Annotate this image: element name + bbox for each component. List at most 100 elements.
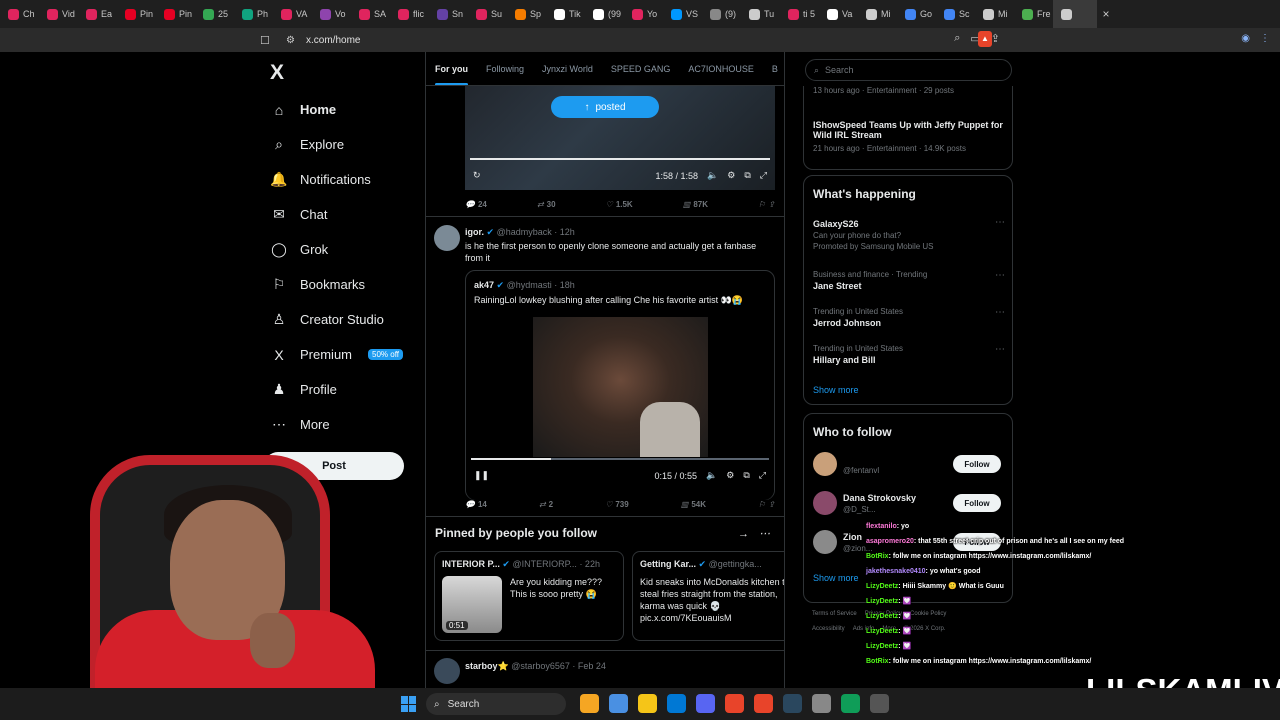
pip-icon[interactable]: ⧉ <box>743 470 749 481</box>
close-tab-icon[interactable]: × <box>1097 7 1115 21</box>
taskbar-app-icon[interactable] <box>580 694 599 713</box>
browser-tab[interactable]: Ea <box>78 0 117 28</box>
taskbar-app-icon[interactable] <box>812 694 831 713</box>
pinned-card[interactable]: INTERIOR P... ✔ @INTERIORP... · 22h 0:51… <box>434 551 624 641</box>
browser-tab[interactable]: VA <box>273 0 312 28</box>
fullscreen-icon[interactable]: ⤢ <box>760 170 767 181</box>
show-more-link[interactable]: Show more <box>813 573 859 583</box>
site-info-icon[interactable]: ⚙ <box>286 35 298 46</box>
browser-tab[interactable]: Fre <box>1014 0 1053 28</box>
trend-item[interactable]: Trending in United States Jerrod Johnson… <box>813 307 1005 328</box>
windows-start-icon[interactable] <box>401 696 417 712</box>
nav-item-notifications[interactable]: 🔔 Notifications <box>270 162 420 197</box>
repost-button[interactable]: ⇄ 2 <box>539 500 553 509</box>
nav-item-more[interactable]: ⋯ More <box>270 407 420 442</box>
taskbar-app-icon[interactable] <box>667 694 686 713</box>
browser-tab[interactable]: Va <box>819 0 858 28</box>
browser-tab[interactable]: Vo <box>312 0 351 28</box>
trend-item[interactable]: 13 hours ago · Entertainment · 29 posts <box>813 86 1005 95</box>
browser-tab[interactable]: Sc <box>936 0 975 28</box>
browser-tab[interactable]: Ch <box>0 0 39 28</box>
more-icon[interactable]: ⋯ <box>759 528 780 540</box>
zoom-icon[interactable]: ⌕ <box>954 32 960 45</box>
nav-item-explore[interactable]: ⌕ Explore <box>270 127 420 162</box>
taskbar-app-icon[interactable] <box>783 694 802 713</box>
feed-tab[interactable]: SPEED GANG <box>611 64 671 74</box>
author-handle[interactable]: @starboy6567 <box>511 661 570 671</box>
footer-link[interactable]: Accessibility <box>812 626 845 632</box>
browser-tab[interactable]: flic <box>390 0 429 28</box>
nav-item-creator-studio[interactable]: ♙ Creator Studio <box>270 302 420 337</box>
bookmark-star-icon[interactable]: ☐ <box>260 34 272 47</box>
extension-icon[interactable]: ◉ <box>1241 33 1250 44</box>
pip-icon[interactable]: ⧉ <box>744 170 750 181</box>
more-icon[interactable]: ⋯ <box>995 307 1005 318</box>
new-posts-pill[interactable]: ↑ posted <box>551 96 659 118</box>
url-field[interactable]: x.com/home <box>306 35 360 46</box>
browser-tab[interactable]: (99 <box>585 0 624 28</box>
taskbar-search[interactable]: ⌕ Search <box>426 693 566 715</box>
search-input[interactable]: ⌕ Search <box>805 59 1012 81</box>
pinned-card[interactable]: Getting Kar... ✔ @gettingka... Kid sneak… <box>632 551 784 641</box>
like-button[interactable]: ♡ 1.5K <box>606 200 633 209</box>
more-icon[interactable]: ⋯ <box>995 270 1005 281</box>
browser-tab[interactable]: Pin <box>156 0 195 28</box>
avatar[interactable] <box>434 225 460 251</box>
browser-tab[interactable]: SA <box>351 0 390 28</box>
browser-tab[interactable]: Sn <box>429 0 468 28</box>
tweet-time[interactable]: · 12h <box>554 227 575 237</box>
volume-icon[interactable]: 🔈 <box>706 470 717 481</box>
quote-tweet[interactable]: ak47 ✔ @hydmasti · 18h RainingLol lowkey… <box>465 270 775 500</box>
nav-item-premium[interactable]: X Premium 50% off <box>270 337 420 372</box>
taskbar-app-icon[interactable] <box>609 694 628 713</box>
trend-item[interactable]: Trending in United States Hillary and Bi… <box>813 344 1005 365</box>
settings-icon[interactable]: ⚙ <box>726 470 734 481</box>
trend-item[interactable]: IShowSpeed Teams Up with Jeffy Puppet fo… <box>813 118 1005 153</box>
reply-button[interactable]: 💬 14 <box>465 500 487 509</box>
taskbar-app-icon[interactable] <box>870 694 889 713</box>
taskbar-app-icon[interactable] <box>638 694 657 713</box>
active-browser-tab[interactable] <box>1053 0 1097 28</box>
more-icon[interactable]: ⋯ <box>995 217 1005 228</box>
browser-tab[interactable]: Yo <box>624 0 663 28</box>
author-name[interactable]: igor. <box>465 227 484 237</box>
replay-icon[interactable]: ↻ <box>473 170 481 181</box>
browser-tab[interactable]: VS <box>663 0 702 28</box>
avatar[interactable] <box>813 452 837 476</box>
taskbar-app-icon[interactable] <box>696 694 715 713</box>
settings-icon[interactable]: ⚙ <box>727 170 735 181</box>
browser-tab[interactable]: Mi <box>858 0 897 28</box>
avatar[interactable] <box>813 530 837 554</box>
bookmark-button[interactable]: ⚐ ⇪ <box>758 200 775 209</box>
pinned-thumbnail[interactable]: 0:51 <box>442 576 502 633</box>
repost-button[interactable]: ⇄ 30 <box>537 200 556 209</box>
browser-tab[interactable]: Sp <box>507 0 546 28</box>
nav-item-chat[interactable]: ✉ Chat <box>270 197 420 232</box>
follow-button[interactable]: Follow <box>953 455 1001 473</box>
share-icon[interactable]: ⇪ <box>991 32 1000 45</box>
browser-tab[interactable]: Ph <box>234 0 273 28</box>
browser-tab[interactable]: (9) <box>702 0 741 28</box>
feed-tab[interactable]: Following <box>486 64 524 74</box>
like-button[interactable]: ♡ 739 <box>605 500 629 509</box>
suggested-user[interactable]: @fentanvl Follow <box>813 452 1005 480</box>
arrow-right-icon[interactable]: → <box>738 528 759 540</box>
video-progress-bar[interactable] <box>470 158 770 160</box>
author-handle[interactable]: @hadmyback <box>497 227 552 237</box>
browser-tab[interactable]: Tu <box>741 0 780 28</box>
video-player-1[interactable]: ↑ posted ↻ 1:58 / 1:58 🔈 ⚙ ⧉ ⤢ <box>465 86 775 190</box>
nav-item-profile[interactable]: ♟ Profile <box>270 372 420 407</box>
browser-tab[interactable]: Su <box>468 0 507 28</box>
nav-item-bookmarks[interactable]: ⚐ Bookmarks <box>270 267 420 302</box>
nav-item-grok[interactable]: ◯ Grok <box>270 232 420 267</box>
volume-icon[interactable]: 🔈 <box>707 170 718 181</box>
author-name[interactable]: starboy⭐ <box>465 661 509 671</box>
browser-tab[interactable]: Vid <box>39 0 78 28</box>
taskbar-app-icon[interactable] <box>841 694 860 713</box>
browser-tab[interactable]: Pin <box>117 0 156 28</box>
avatar[interactable] <box>434 658 460 684</box>
show-more-link[interactable]: Show more <box>813 385 859 395</box>
fullscreen-icon[interactable]: ⤢ <box>759 470 766 481</box>
feed-tab[interactable]: B <box>772 64 778 74</box>
nav-item-home[interactable]: ⌂ Home <box>270 92 420 127</box>
